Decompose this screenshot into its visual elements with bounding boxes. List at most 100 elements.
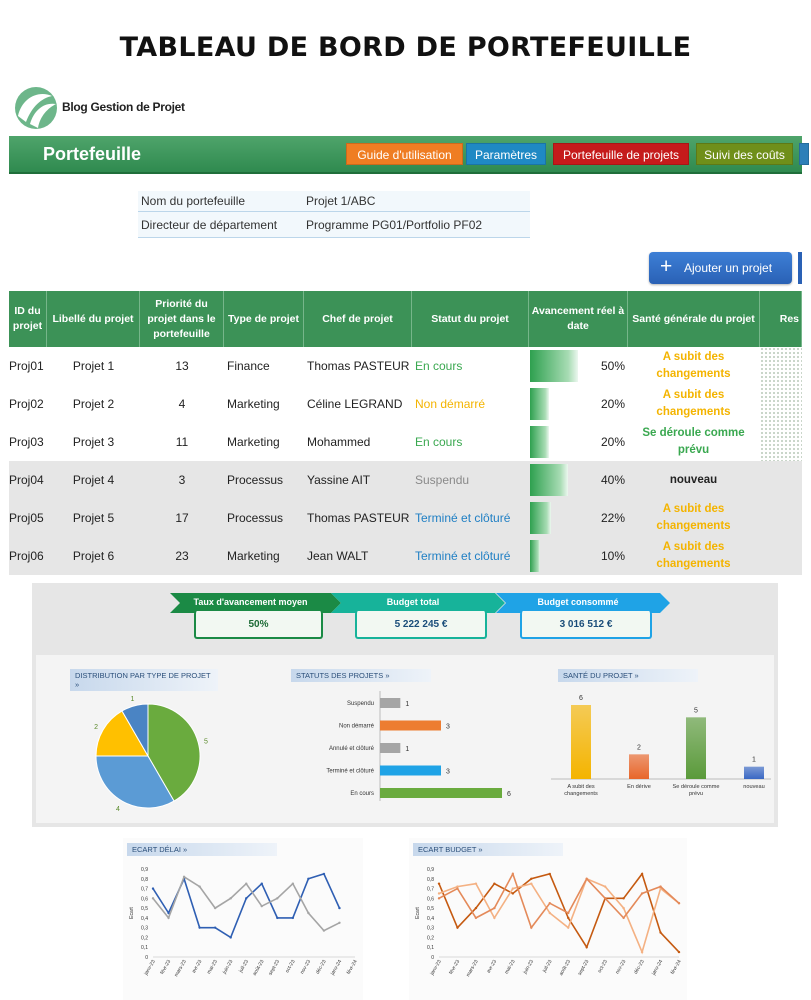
y-tick-label: 0,1 <box>141 945 148 951</box>
y-tick-label: 0,3 <box>141 926 148 932</box>
data-point <box>640 892 644 895</box>
data-point <box>474 906 478 910</box>
y-tick-label: 0,8 <box>141 877 148 883</box>
header-priority[interactable]: Priorité du projet dans le portefeuille <box>140 291 224 347</box>
data-point <box>585 946 588 949</box>
page-title: TABLEAU DE BORD DE PORTEFEUILLE <box>119 32 692 63</box>
table-row[interactable]: Proj05 Projet 5 17 Processus Thomas PASTEUR T… <box>9 499 802 537</box>
params-button[interactable]: Paramètres <box>466 143 546 165</box>
costs-button[interactable]: Suivi des coûts <box>696 143 793 165</box>
health-bar <box>686 717 706 779</box>
x-tick-label: mai-23 <box>504 959 517 975</box>
budget-line-chart: 0 0,1 0,2 0,3 0,4 0,5 0,6 0,7 0,8 0,9 Ecart janv-23… <box>415 867 683 978</box>
project-health: nouveau <box>669 473 718 486</box>
table-row[interactable]: Proj01 Projet 1 13 Finance Thomas PASTEUR En … <box>9 347 802 385</box>
progress-bar <box>530 464 568 496</box>
data-point <box>437 892 441 895</box>
data-point <box>493 916 496 920</box>
status-category-label: Annulé et clôturé <box>329 746 375 752</box>
data-point <box>198 885 201 888</box>
progress-value: 20% <box>600 435 625 449</box>
x-tick-label: janv-23 <box>143 959 157 977</box>
header-status[interactable]: Statut du projet <box>412 291 529 347</box>
data-point <box>456 926 459 929</box>
project-health: A subit des changements <box>656 389 731 418</box>
data-point <box>622 906 625 910</box>
data-point <box>622 897 625 900</box>
project-status: Suspendu <box>415 473 470 487</box>
data-point <box>245 897 248 900</box>
table-row[interactable]: Proj02 Projet 2 4 Marketing Céline LEGRAND No… <box>9 385 802 423</box>
project-status: Non démarré <box>415 397 486 411</box>
pie-chart: 5 4 2 1 <box>94 696 208 813</box>
pie-data-label: 2 <box>94 724 98 731</box>
header-res[interactable]: Res <box>760 291 802 347</box>
project-priority: 3 <box>178 473 186 487</box>
project-health: A subit des changements <box>656 351 731 380</box>
data-point <box>437 897 441 900</box>
header-manager[interactable]: Chef de projet <box>304 291 412 347</box>
project-priority: 13 <box>175 359 189 373</box>
project-id: Proj05 <box>9 511 44 525</box>
header-progress[interactable]: Avancement réel à date <box>529 291 628 347</box>
health-chart: 6 A subit des changements 2 En dérive 5 Se dér… <box>551 695 771 797</box>
status-bar <box>380 743 401 753</box>
data-point <box>474 916 478 920</box>
x-tick-label: févr-23 <box>448 959 461 976</box>
x-tick-label: août-23 <box>252 959 266 977</box>
y-tick-label: 0,6 <box>141 896 148 902</box>
data-point <box>548 902 551 905</box>
director-value[interactable]: Programme PG01/Portfolio PF02 <box>306 218 482 232</box>
kpi-label: Taux d'avancement moyen <box>193 597 308 607</box>
x-tick-label: nov-23 <box>615 959 628 975</box>
data-point <box>603 897 607 900</box>
health-value-label: 1 <box>752 757 756 764</box>
pie-data-label: 1 <box>131 696 135 703</box>
header-type[interactable]: Type de projet <box>224 291 304 347</box>
data-point <box>567 926 570 929</box>
status-category-label: Non démarré <box>339 724 375 730</box>
project-health: A subit des changements <box>656 503 731 532</box>
project-health: Se déroule comme prévu <box>642 427 745 456</box>
health-bar <box>744 766 764 779</box>
header-id[interactable]: ID du projet <box>9 291 47 347</box>
x-tick-label: févr-24 <box>346 959 359 976</box>
x-tick-label: sept-23 <box>267 959 281 977</box>
next-nav-button[interactable] <box>799 143 809 165</box>
project-id: Proj06 <box>9 549 44 563</box>
kpi-value: 50% <box>194 611 323 639</box>
project-manager: Thomas PASTEUR <box>307 511 410 525</box>
data-point <box>437 882 441 885</box>
header-health[interactable]: Santé générale du projet <box>628 291 760 347</box>
table-row[interactable]: Proj03 Projet 3 11 Marketing Mohammed En cour… <box>9 423 802 461</box>
data-point <box>307 877 310 880</box>
next-button-edge[interactable] <box>798 252 802 284</box>
progress-value: 50% <box>600 359 625 373</box>
project-priority: 17 <box>175 511 189 525</box>
x-tick-label: avr-23 <box>486 959 498 974</box>
pie-data-label: 5 <box>204 738 208 745</box>
blog-logo-icon <box>15 87 57 129</box>
portfolio-name-value[interactable]: Projet 1/ABC <box>306 194 375 208</box>
guide-button[interactable]: Guide d'utilisation <box>346 143 463 165</box>
status-value-label: 1 <box>405 701 409 708</box>
x-tick-label: sept-23 <box>577 959 591 977</box>
header-label[interactable]: Libellé du projet <box>47 291 140 347</box>
series-line <box>152 875 340 932</box>
project-label: Projet 2 <box>72 397 115 411</box>
data-point <box>622 916 625 920</box>
add-project-label: Ajouter un projet <box>684 261 773 275</box>
data-point <box>530 926 533 929</box>
delay-line-chart: 0 0,1 0,2 0,3 0,4 0,5 0,6 0,7 0,8 0,9 Ecart janv-23… <box>129 867 359 978</box>
x-tick-label: août-23 <box>558 959 572 977</box>
data-point <box>474 882 478 885</box>
add-project-button[interactable]: + Ajouter un projet <box>649 252 792 284</box>
data-point <box>229 936 232 939</box>
progress-bar <box>530 540 540 572</box>
x-tick-label: mars-23 <box>465 959 479 978</box>
portfolio-button[interactable]: Portefeuille de projets <box>553 143 689 165</box>
data-point <box>493 906 496 910</box>
table-row[interactable]: Proj04 Projet 4 3 Processus Yassine AIT Suspe… <box>9 461 802 499</box>
status-value-label: 1 <box>405 746 409 753</box>
table-row[interactable]: Proj06 Projet 6 23 Marketing Jean WALT Termin… <box>9 537 802 575</box>
